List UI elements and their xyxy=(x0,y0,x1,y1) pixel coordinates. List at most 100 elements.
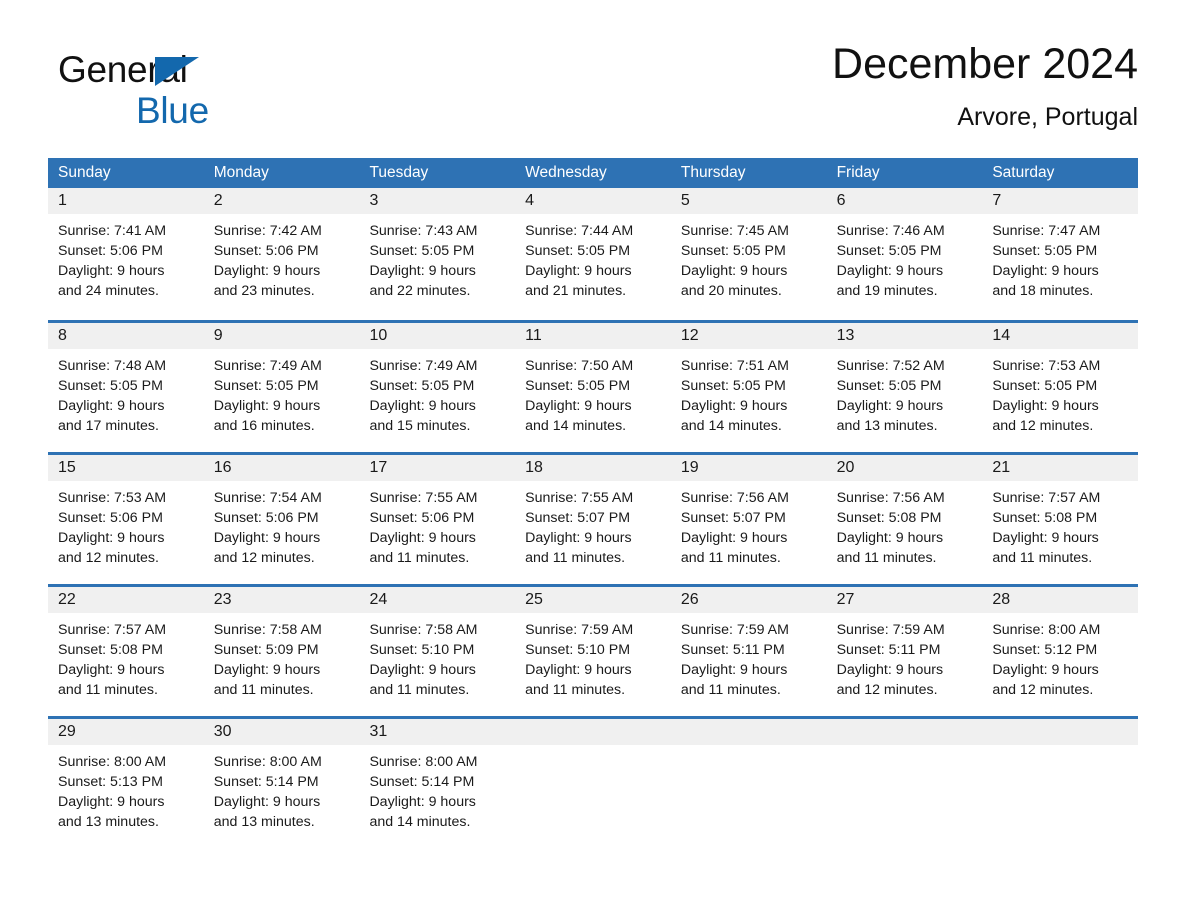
day-info: Sunrise: 7:47 AM Sunset: 5:05 PM Dayligh… xyxy=(982,214,1138,301)
daylight-text-line2: and 11 minutes. xyxy=(213,682,314,698)
day-info xyxy=(827,745,983,752)
day-cell[interactable]: 25 Sunrise: 7:59 AM Sunset: 5:10 PM Dayl… xyxy=(515,587,671,716)
day-cell[interactable]: 18 Sunrise: 7:55 AM Sunset: 5:07 PM Dayl… xyxy=(515,455,671,584)
day-info: Sunrise: 7:57 AM Sunset: 5:08 PM Dayligh… xyxy=(982,481,1138,568)
sunrise-text: Sunrise: 8:00 AM xyxy=(58,754,167,770)
daylight-text-line2: and 13 minutes. xyxy=(836,418,938,434)
day-cell[interactable]: 16 Sunrise: 7:54 AM Sunset: 5:06 PM Dayl… xyxy=(203,455,360,584)
sunrise-text: Sunrise: 7:56 AM xyxy=(680,490,789,506)
day-cell[interactable]: 23 Sunrise: 7:58 AM Sunset: 5:09 PM Dayl… xyxy=(203,587,360,716)
sunset-text: Sunset: 5:05 PM xyxy=(369,243,475,259)
day-cell[interactable]: 22 Sunrise: 7:57 AM Sunset: 5:08 PM Dayl… xyxy=(48,587,204,716)
day-cell[interactable]: 31 Sunrise: 8:00 AM Sunset: 5:14 PM Dayl… xyxy=(359,719,516,848)
day-number-band: 6 xyxy=(826,188,983,214)
daylight-text-line1: Daylight: 9 hours xyxy=(369,662,476,678)
day-info: Sunrise: 7:49 AM Sunset: 5:05 PM Dayligh… xyxy=(204,349,360,436)
daylight-text-line2: and 19 minutes. xyxy=(836,283,938,299)
day-cell[interactable]: 17 Sunrise: 7:55 AM Sunset: 5:06 PM Dayl… xyxy=(359,455,516,584)
title-block: December 2024 Arvore, Portugal xyxy=(832,38,1138,134)
day-cell[interactable]: 9 Sunrise: 7:49 AM Sunset: 5:05 PM Dayli… xyxy=(203,323,360,452)
day-cell[interactable]: 27 Sunrise: 7:59 AM Sunset: 5:11 PM Dayl… xyxy=(826,587,983,716)
sunset-text: Sunset: 5:14 PM xyxy=(213,774,319,790)
day-cell[interactable]: 7 Sunrise: 7:47 AM Sunset: 5:05 PM Dayli… xyxy=(982,188,1139,320)
daylight-text-line2: and 17 minutes. xyxy=(58,418,159,434)
day-number: 2 xyxy=(213,192,223,209)
daylight-text-line2: and 14 minutes. xyxy=(680,418,782,434)
day-cell[interactable]: 15 Sunrise: 7:53 AM Sunset: 5:06 PM Dayl… xyxy=(48,455,204,584)
day-cell[interactable]: 10 Sunrise: 7:49 AM Sunset: 5:05 PM Dayl… xyxy=(359,323,516,452)
day-cell[interactable]: 19 Sunrise: 7:56 AM Sunset: 5:07 PM Dayl… xyxy=(670,455,827,584)
day-info: Sunrise: 7:59 AM Sunset: 5:11 PM Dayligh… xyxy=(671,613,827,700)
day-cell[interactable]: 14 Sunrise: 7:53 AM Sunset: 5:05 PM Dayl… xyxy=(982,323,1139,452)
day-cell[interactable]: 8 Sunrise: 7:48 AM Sunset: 5:05 PM Dayli… xyxy=(48,323,204,452)
day-cell[interactable]: 2 Sunrise: 7:42 AM Sunset: 5:06 PM Dayli… xyxy=(203,188,360,320)
day-cell[interactable]: 24 Sunrise: 7:58 AM Sunset: 5:10 PM Dayl… xyxy=(359,587,516,716)
daylight-text-line2: and 20 minutes. xyxy=(680,283,782,299)
sunrise-text: Sunrise: 7:57 AM xyxy=(992,490,1101,506)
daylight-text-line1: Daylight: 9 hours xyxy=(525,263,632,279)
sunset-text: Sunset: 5:13 PM xyxy=(58,774,163,790)
day-cell-empty xyxy=(826,719,983,848)
day-cell-empty xyxy=(515,719,671,848)
day-cell[interactable]: 3 Sunrise: 7:43 AM Sunset: 5:05 PM Dayli… xyxy=(359,188,516,320)
daylight-text-line1: Daylight: 9 hours xyxy=(992,398,1099,414)
daylight-text-line1: Daylight: 9 hours xyxy=(836,530,944,546)
sunset-text: Sunset: 5:05 PM xyxy=(836,378,942,394)
day-cell[interactable]: 1 Sunrise: 7:41 AM Sunset: 5:06 PM Dayli… xyxy=(48,188,204,320)
day-number: 24 xyxy=(369,591,388,608)
day-cell[interactable]: 26 Sunrise: 7:59 AM Sunset: 5:11 PM Dayl… xyxy=(670,587,827,716)
day-info xyxy=(671,745,827,752)
day-info: Sunrise: 7:54 AM Sunset: 5:06 PM Dayligh… xyxy=(204,481,360,568)
day-info: Sunrise: 7:56 AM Sunset: 5:07 PM Dayligh… xyxy=(671,481,827,568)
day-cell[interactable]: 6 Sunrise: 7:46 AM Sunset: 5:05 PM Dayli… xyxy=(826,188,983,320)
weekday-tuesday: Tuesday xyxy=(369,164,429,181)
day-number: 6 xyxy=(836,192,846,209)
day-number: 28 xyxy=(992,591,1011,608)
sunset-text: Sunset: 5:08 PM xyxy=(992,510,1098,526)
day-cell[interactable]: 29 Sunrise: 8:00 AM Sunset: 5:13 PM Dayl… xyxy=(48,719,204,848)
daylight-text-line1: Daylight: 9 hours xyxy=(369,263,476,279)
daylight-text-line2: and 12 minutes. xyxy=(992,418,1094,434)
daylight-text-line1: Daylight: 9 hours xyxy=(213,530,321,546)
day-cell[interactable]: 20 Sunrise: 7:56 AM Sunset: 5:08 PM Dayl… xyxy=(826,455,983,584)
daylight-text-line2: and 12 minutes. xyxy=(836,682,938,698)
sunrise-text: Sunrise: 7:58 AM xyxy=(369,622,478,638)
sunset-text: Sunset: 5:05 PM xyxy=(680,243,786,259)
daylight-text-line2: and 24 minutes. xyxy=(58,283,159,299)
day-info xyxy=(515,745,671,752)
day-number-band xyxy=(826,719,983,745)
day-cell[interactable]: 13 Sunrise: 7:52 AM Sunset: 5:05 PM Dayl… xyxy=(826,323,983,452)
day-number: 3 xyxy=(369,192,379,209)
daylight-text-line1: Daylight: 9 hours xyxy=(369,398,476,414)
daylight-text-line2: and 12 minutes. xyxy=(58,550,159,566)
daylight-text-line2: and 13 minutes. xyxy=(58,814,159,830)
day-number: 20 xyxy=(836,459,855,476)
sunrise-text: Sunrise: 7:50 AM xyxy=(525,358,634,374)
sunset-text: Sunset: 5:10 PM xyxy=(369,642,475,658)
day-info: Sunrise: 7:55 AM Sunset: 5:06 PM Dayligh… xyxy=(359,481,515,568)
day-cell[interactable]: 4 Sunrise: 7:44 AM Sunset: 5:05 PM Dayli… xyxy=(515,188,671,320)
sunset-text: Sunset: 5:14 PM xyxy=(369,774,475,790)
day-number-band: 7 xyxy=(982,188,1139,214)
sunrise-text: Sunrise: 7:55 AM xyxy=(369,490,478,506)
day-cell[interactable]: 11 Sunrise: 7:50 AM Sunset: 5:05 PM Dayl… xyxy=(515,323,671,452)
day-cell[interactable]: 28 Sunrise: 8:00 AM Sunset: 5:12 PM Dayl… xyxy=(982,587,1139,716)
day-number: 27 xyxy=(836,591,855,608)
sunrise-text: Sunrise: 7:48 AM xyxy=(58,358,167,374)
sunset-text: Sunset: 5:05 PM xyxy=(58,378,163,394)
daylight-text-line2: and 11 minutes. xyxy=(992,550,1093,566)
daylight-text-line1: Daylight: 9 hours xyxy=(58,398,165,414)
sunset-text: Sunset: 5:05 PM xyxy=(525,378,631,394)
day-number-band: 29 xyxy=(48,719,204,745)
day-info: Sunrise: 7:51 AM Sunset: 5:05 PM Dayligh… xyxy=(671,349,827,436)
day-number-band xyxy=(982,719,1139,745)
day-cell-empty xyxy=(982,719,1139,848)
daylight-text-line2: and 21 minutes. xyxy=(525,283,627,299)
day-cell[interactable]: 5 Sunrise: 7:45 AM Sunset: 5:05 PM Dayli… xyxy=(670,188,827,320)
day-cell[interactable]: 21 Sunrise: 7:57 AM Sunset: 5:08 PM Dayl… xyxy=(982,455,1139,584)
daylight-text-line1: Daylight: 9 hours xyxy=(58,662,165,678)
day-cell[interactable]: 12 Sunrise: 7:51 AM Sunset: 5:05 PM Dayl… xyxy=(670,323,827,452)
sunset-text: Sunset: 5:07 PM xyxy=(680,510,786,526)
day-number-band xyxy=(670,719,827,745)
day-cell[interactable]: 30 Sunrise: 8:00 AM Sunset: 5:14 PM Dayl… xyxy=(203,719,360,848)
